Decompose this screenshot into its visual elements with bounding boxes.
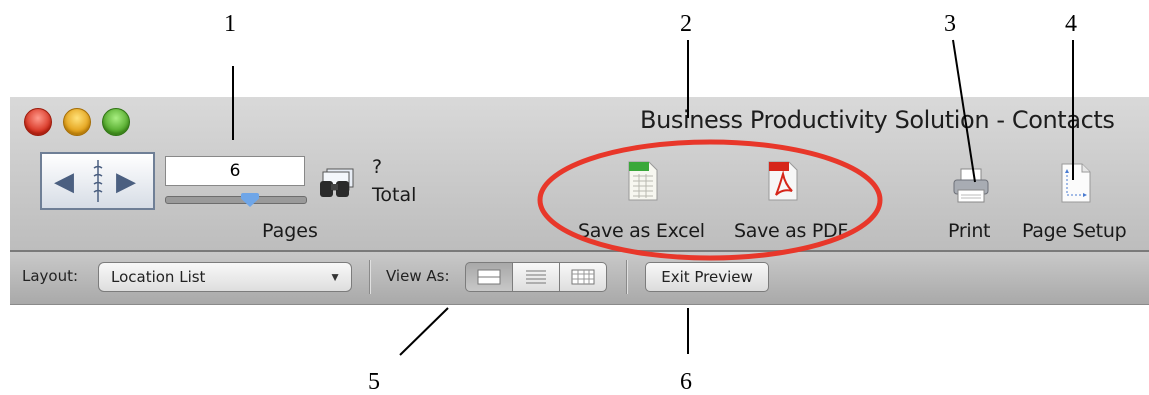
binoculars-icon[interactable] [318,168,356,198]
callout-4: 4 [1065,11,1077,37]
view-as-form-button[interactable] [465,262,513,292]
callout-5: 5 [368,369,380,395]
page-slider-track[interactable] [165,196,307,204]
pages-label: Pages [262,220,318,242]
separator [369,260,371,294]
previous-page-icon[interactable]: ◀ [54,168,74,194]
callout-3: 3 [944,11,956,37]
total-pages-value: ? [372,156,383,178]
save-as-excel-button[interactable]: Save as Excel [578,220,705,242]
total-pages-label: Total [372,184,417,206]
callout-line-5 [399,307,449,356]
page-navigation-book[interactable]: ◀ ▶ [40,152,155,210]
separator [626,260,628,294]
book-spine-icon [93,160,103,202]
print-button[interactable]: Print [948,220,991,242]
save-as-pdf-button[interactable]: Save as PDF [734,220,848,242]
minimize-window-button[interactable] [63,108,91,136]
printer-icon[interactable] [952,168,990,204]
page-setup-button[interactable]: Page Setup [1022,220,1127,242]
view-as-list-button[interactable] [512,262,560,292]
table-view-icon [571,269,595,285]
current-page-field[interactable]: 6 [165,156,305,186]
view-as-label: View As: [386,267,450,285]
layout-label: Layout: [22,267,79,285]
dropdown-arrow-icon: ▼ [329,270,341,284]
callout-6: 6 [680,369,692,395]
layout-dropdown[interactable]: Location List ▼ [98,262,352,292]
layout-dropdown-value: Location List [111,268,206,286]
callout-2: 2 [680,11,692,37]
zoom-window-button[interactable] [102,108,130,136]
exit-preview-button[interactable]: Exit Preview [645,262,769,292]
view-as-table-button[interactable] [559,262,607,292]
close-window-button[interactable] [24,108,52,136]
window-title: Business Productivity Solution - Contact… [640,106,1115,134]
pdf-file-icon[interactable] [768,161,798,201]
list-view-icon [526,270,546,284]
callout-1: 1 [224,11,236,37]
page-setup-icon[interactable] [1061,163,1091,203]
form-view-icon [477,269,501,285]
next-page-icon[interactable]: ▶ [116,168,136,194]
excel-file-icon[interactable] [628,161,658,201]
